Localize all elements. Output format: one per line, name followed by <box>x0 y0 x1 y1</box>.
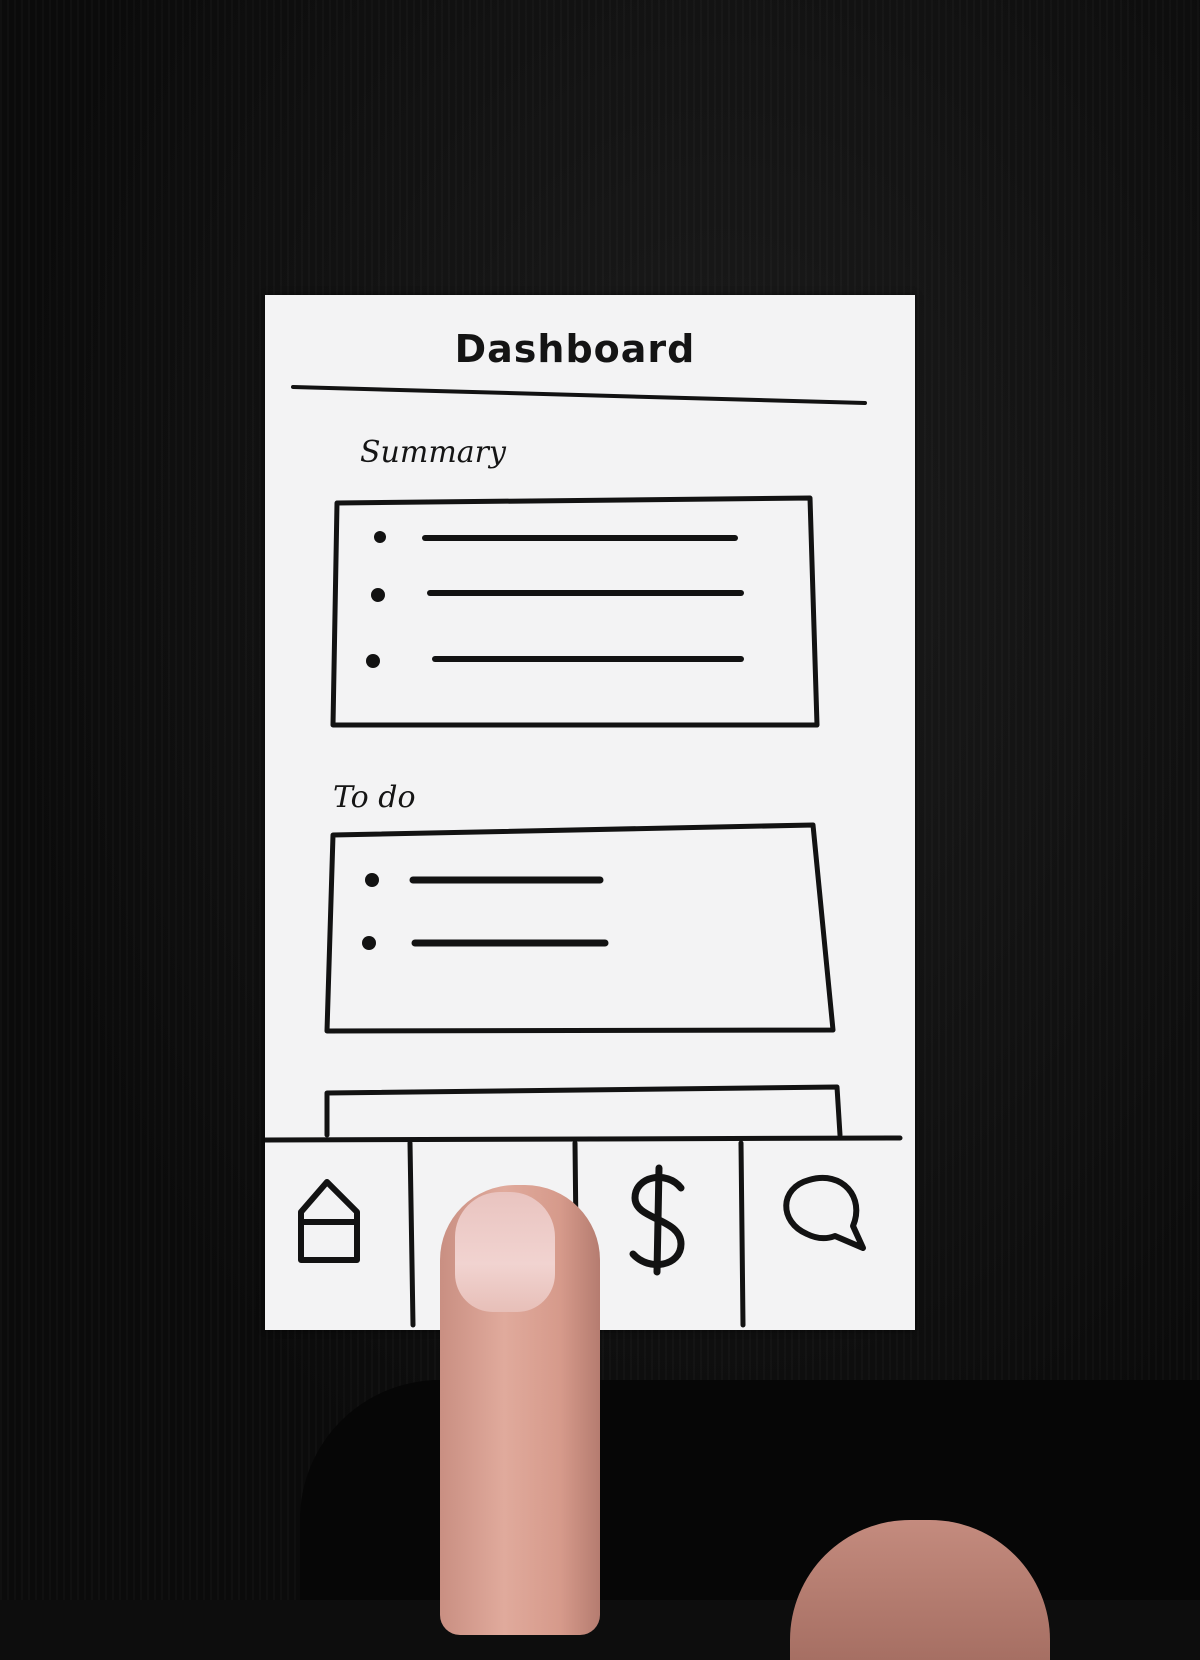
chat-bubble-icon <box>783 1175 866 1251</box>
tab-home[interactable] <box>265 1140 410 1330</box>
todo-card-border <box>324 822 836 1034</box>
todo-heading: To do <box>333 780 416 815</box>
header-divider <box>291 385 867 405</box>
todo-bullet-1 <box>365 873 379 887</box>
summary-bullet-3 <box>366 654 380 668</box>
fingernail <box>455 1192 555 1312</box>
todo-bullet-2 <box>362 936 376 950</box>
summary-bullet-2 <box>371 588 385 602</box>
home-icon <box>298 1179 360 1263</box>
summary-card-border <box>330 495 820 728</box>
paper-prototype-screen: Dashboard Summary To do <box>265 295 915 1330</box>
tab-money[interactable] <box>577 1140 741 1330</box>
third-card-partial <box>324 1084 843 1138</box>
sleeve <box>300 1380 1200 1600</box>
tab-chat[interactable] <box>743 1140 915 1330</box>
summary-heading: Summary <box>360 435 506 470</box>
page-title: Dashboard <box>454 327 696 371</box>
summary-bullet-1 <box>374 531 386 543</box>
dollar-icon <box>629 1164 685 1276</box>
